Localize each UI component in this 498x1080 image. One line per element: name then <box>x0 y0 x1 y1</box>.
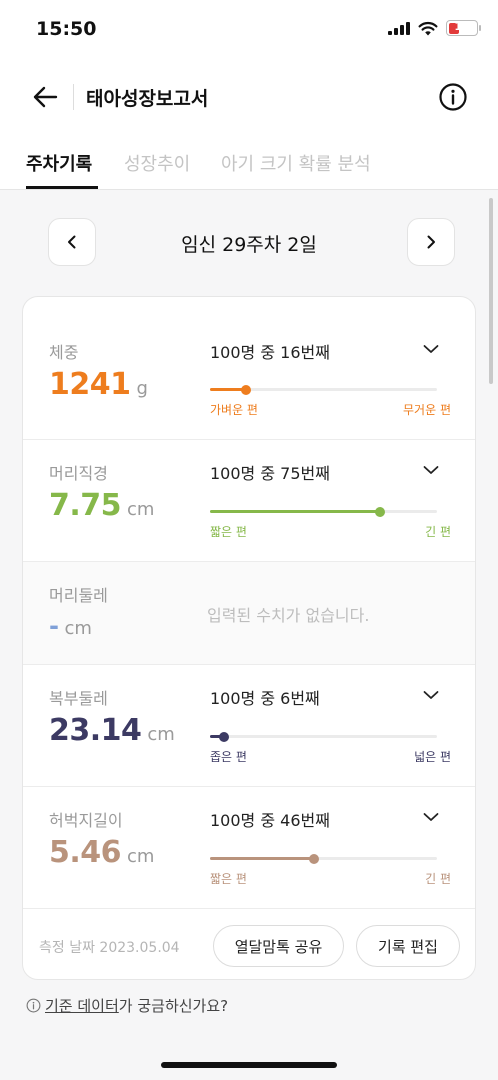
arrow-left-icon <box>33 86 58 108</box>
app-header: 태아성장보고서 <box>0 70 498 124</box>
measurement-card: 체중 1241 g 100명 중 16번째 가벼운 편 무거운 편 머리직경 7.… <box>22 296 476 980</box>
chevron-right-icon <box>427 235 435 249</box>
measurement-unit: cm <box>147 724 175 745</box>
top-area: 15:50 11 태아성장보고서 주차기록 성장추이 아기 크기 확률 분석 <box>0 0 498 190</box>
percentile-bar-fill <box>210 857 315 860</box>
percentile-rank: 100명 중 75번째 <box>210 464 330 483</box>
tab-bar: 주차기록 성장추이 아기 크기 확률 분석 <box>0 140 498 190</box>
help-link-row: 기준 데이터가 궁금하신가요? <box>26 995 228 1016</box>
measurement-value: 7.75 cm <box>49 488 154 523</box>
measurement-number: 23.14 <box>49 713 142 748</box>
status-time: 15:50 <box>36 18 97 40</box>
chevron-down-icon[interactable] <box>421 807 441 827</box>
measurement-row-femur-length: 허벅지길이 5.46 cm 100명 중 46번째 짧은 편 긴 편 <box>23 787 475 909</box>
chevron-down-icon[interactable] <box>421 685 441 705</box>
measurement-number: 5.46 <box>49 835 122 870</box>
measurement-row-weight: 체중 1241 g 100명 중 16번째 가벼운 편 무거운 편 <box>23 297 475 440</box>
wifi-icon <box>418 21 438 35</box>
measurement-number: 7.75 <box>49 488 122 523</box>
range-max-label: 긴 편 <box>425 525 451 539</box>
measurement-number: - <box>49 612 59 640</box>
edit-record-button[interactable]: 기록 편집 <box>356 925 460 967</box>
measurement-label: 복부둘레 <box>49 689 108 708</box>
percentile-marker <box>218 731 229 742</box>
info-circle-icon <box>26 998 41 1013</box>
help-suffix: 가 궁금하신가요? <box>118 997 229 1015</box>
measurement-value: 5.46 cm <box>49 835 154 870</box>
back-button[interactable] <box>28 80 62 114</box>
cellular-signal-icon <box>388 21 410 35</box>
percentile-rank: 100명 중 6번째 <box>210 689 320 708</box>
percentile-bar <box>210 384 437 395</box>
info-button[interactable] <box>438 82 468 112</box>
next-week-button[interactable] <box>407 218 455 266</box>
date-navigator: 임신 29주차 2일 <box>0 218 498 268</box>
measurement-unit: cm <box>127 499 155 520</box>
percentile-rank: 100명 중 46번째 <box>210 811 330 830</box>
range-min-label: 짧은 편 <box>210 872 247 886</box>
measurement-label: 머리둘레 <box>49 586 108 605</box>
empty-value-message: 입력된 수치가 없습니다. <box>207 606 370 625</box>
reference-data-link[interactable]: 기준 데이터 <box>45 997 119 1015</box>
status-icons: 11 <box>388 20 481 36</box>
measurement-unit: cm <box>64 618 92 639</box>
percentile-bar-fill <box>210 510 381 513</box>
percentile-bar <box>210 853 437 864</box>
percentile-bar <box>210 731 437 742</box>
percentile-marker <box>375 506 386 517</box>
share-button[interactable]: 열달맘톡 공유 <box>213 925 344 967</box>
measurement-label: 머리직경 <box>49 464 108 483</box>
info-circle-icon <box>439 83 467 111</box>
percentile-marker <box>241 384 252 395</box>
header-divider <box>73 84 74 110</box>
range-max-label: 무거운 편 <box>403 403 451 417</box>
measurement-value: 1241 g <box>49 367 148 402</box>
measurement-label: 허벅지길이 <box>49 811 123 830</box>
tab-growth-trend[interactable]: 성장추이 <box>124 150 190 176</box>
measurement-value: - cm <box>49 612 92 640</box>
percentile-rank: 100명 중 16번째 <box>210 343 330 362</box>
scrollbar[interactable] <box>489 198 493 384</box>
tab-weekly-record[interactable]: 주차기록 <box>26 150 92 176</box>
tab-size-probability[interactable]: 아기 크기 확률 분석 <box>221 150 371 176</box>
percentile-bar <box>210 506 437 517</box>
measurement-unit: cm <box>127 846 155 867</box>
measurement-date: 측정 날짜 2023.05.04 <box>39 940 180 956</box>
range-max-label: 긴 편 <box>425 872 451 886</box>
measurement-row-abdominal-circumference: 복부둘레 23.14 cm 100명 중 6번째 좁은 편 넓은 편 <box>23 665 475 787</box>
battery-icon: 11 <box>446 20 481 36</box>
range-min-label: 가벼운 편 <box>210 403 258 417</box>
measurement-row-head-circumference: 머리둘레 - cm 입력된 수치가 없습니다. <box>23 562 475 665</box>
measurement-value: 23.14 cm <box>49 713 175 748</box>
range-min-label: 좁은 편 <box>210 750 247 764</box>
range-max-label: 넓은 편 <box>414 750 451 764</box>
percentile-marker <box>309 853 320 864</box>
active-tab-indicator <box>26 186 98 189</box>
battery-percent: 11 <box>454 20 470 33</box>
measurement-label: 체중 <box>49 343 79 362</box>
card-footer: 측정 날짜 2023.05.04 열달맘톡 공유 기록 편집 <box>23 909 475 979</box>
measurement-row-head-diameter: 머리직경 7.75 cm 100명 중 75번째 짧은 편 긴 편 <box>23 440 475 562</box>
range-min-label: 짧은 편 <box>210 525 247 539</box>
measurement-number: 1241 <box>49 367 131 402</box>
chevron-down-icon[interactable] <box>421 460 441 480</box>
status-bar: 15:50 11 <box>0 0 498 60</box>
home-indicator <box>161 1062 337 1068</box>
chevron-down-icon[interactable] <box>421 339 441 359</box>
measurement-unit: g <box>136 378 148 399</box>
page-title: 태아성장보고서 <box>86 88 209 110</box>
